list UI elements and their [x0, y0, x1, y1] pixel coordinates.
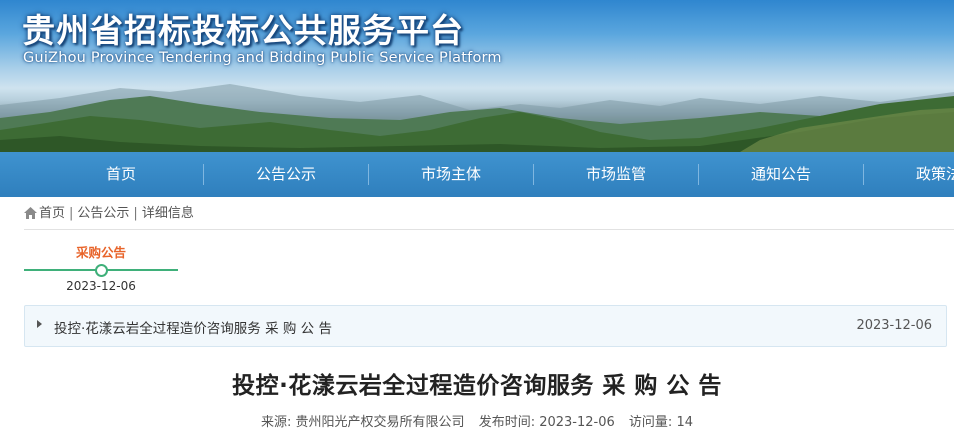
publish-field: 发布时间: 2023-12-06: [479, 415, 615, 430]
breadcrumb-separator: |: [133, 206, 138, 221]
nav-item-market-entities[interactable]: 市场主体: [376, 152, 526, 197]
views-label: 访问量:: [628, 415, 673, 430]
timeline-dot[interactable]: [95, 264, 108, 277]
source-field: 来源: 贵州阳光产权交易所有限公司: [261, 415, 465, 430]
nav-divider: [863, 164, 864, 185]
nav-item-home[interactable]: 首页: [46, 152, 196, 197]
nav-item-announcements[interactable]: 公告公示: [211, 152, 361, 197]
breadcrumb-separator: |: [69, 206, 74, 221]
site-title: 贵州省招标投标公共服务平台: [22, 11, 464, 50]
views-count: 14: [676, 415, 693, 430]
notice-title-link[interactable]: 投控·花漾云岩全过程造价咨询服务 采 购 公 告: [54, 317, 332, 337]
header-banner: 贵州省招标投标公共服务平台 GuiZhou Province Tendering…: [0, 0, 954, 152]
article-meta: 来源: 贵州阳光产权交易所有限公司 发布时间: 2023-12-06 访问量: …: [0, 411, 954, 430]
nav-divider: [533, 164, 534, 185]
source-value: 贵州阳光产权交易所有限公司: [295, 415, 465, 430]
site-subtitle: GuiZhou Province Tendering and Bidding P…: [23, 50, 502, 66]
timeline-date: 2023-12-06: [66, 279, 136, 293]
publish-time-value: 2023-12-06: [539, 415, 615, 430]
breadcrumb-divider: [24, 229, 954, 230]
nav-divider: [368, 164, 369, 185]
nav-divider: [203, 164, 204, 185]
nav-item-notices[interactable]: 通知公告: [706, 152, 856, 197]
source-label: 来源:: [261, 415, 292, 430]
caret-right-icon: [37, 320, 42, 328]
breadcrumb: 首页 | 公告公示 | 详细信息: [24, 205, 194, 223]
nav-item-policies[interactable]: 政策法: [871, 152, 954, 197]
views-field: 访问量: 14: [629, 415, 693, 430]
nav-item-market-supervision[interactable]: 市场监管: [541, 152, 691, 197]
breadcrumb-home[interactable]: 首页: [39, 206, 65, 221]
article-title: 投控·花漾云岩全过程造价咨询服务 采 购 公 告: [232, 373, 722, 399]
nav-divider: [698, 164, 699, 185]
breadcrumb-announcements[interactable]: 公告公示: [77, 206, 129, 221]
timeline-stage-label[interactable]: 采购公告: [24, 242, 178, 261]
breadcrumb-current: 详细信息: [141, 206, 194, 221]
main-nav: 首页 公告公示 市场主体 市场监管 通知公告 政策法: [0, 152, 954, 197]
notice-date: 2023-12-06: [856, 318, 932, 333]
notice-list-item[interactable]: 投控·花漾云岩全过程造价咨询服务 采 购 公 告 2023-12-06: [24, 305, 947, 347]
publish-time-label: 发布时间:: [478, 415, 536, 430]
home-icon: [24, 207, 37, 225]
